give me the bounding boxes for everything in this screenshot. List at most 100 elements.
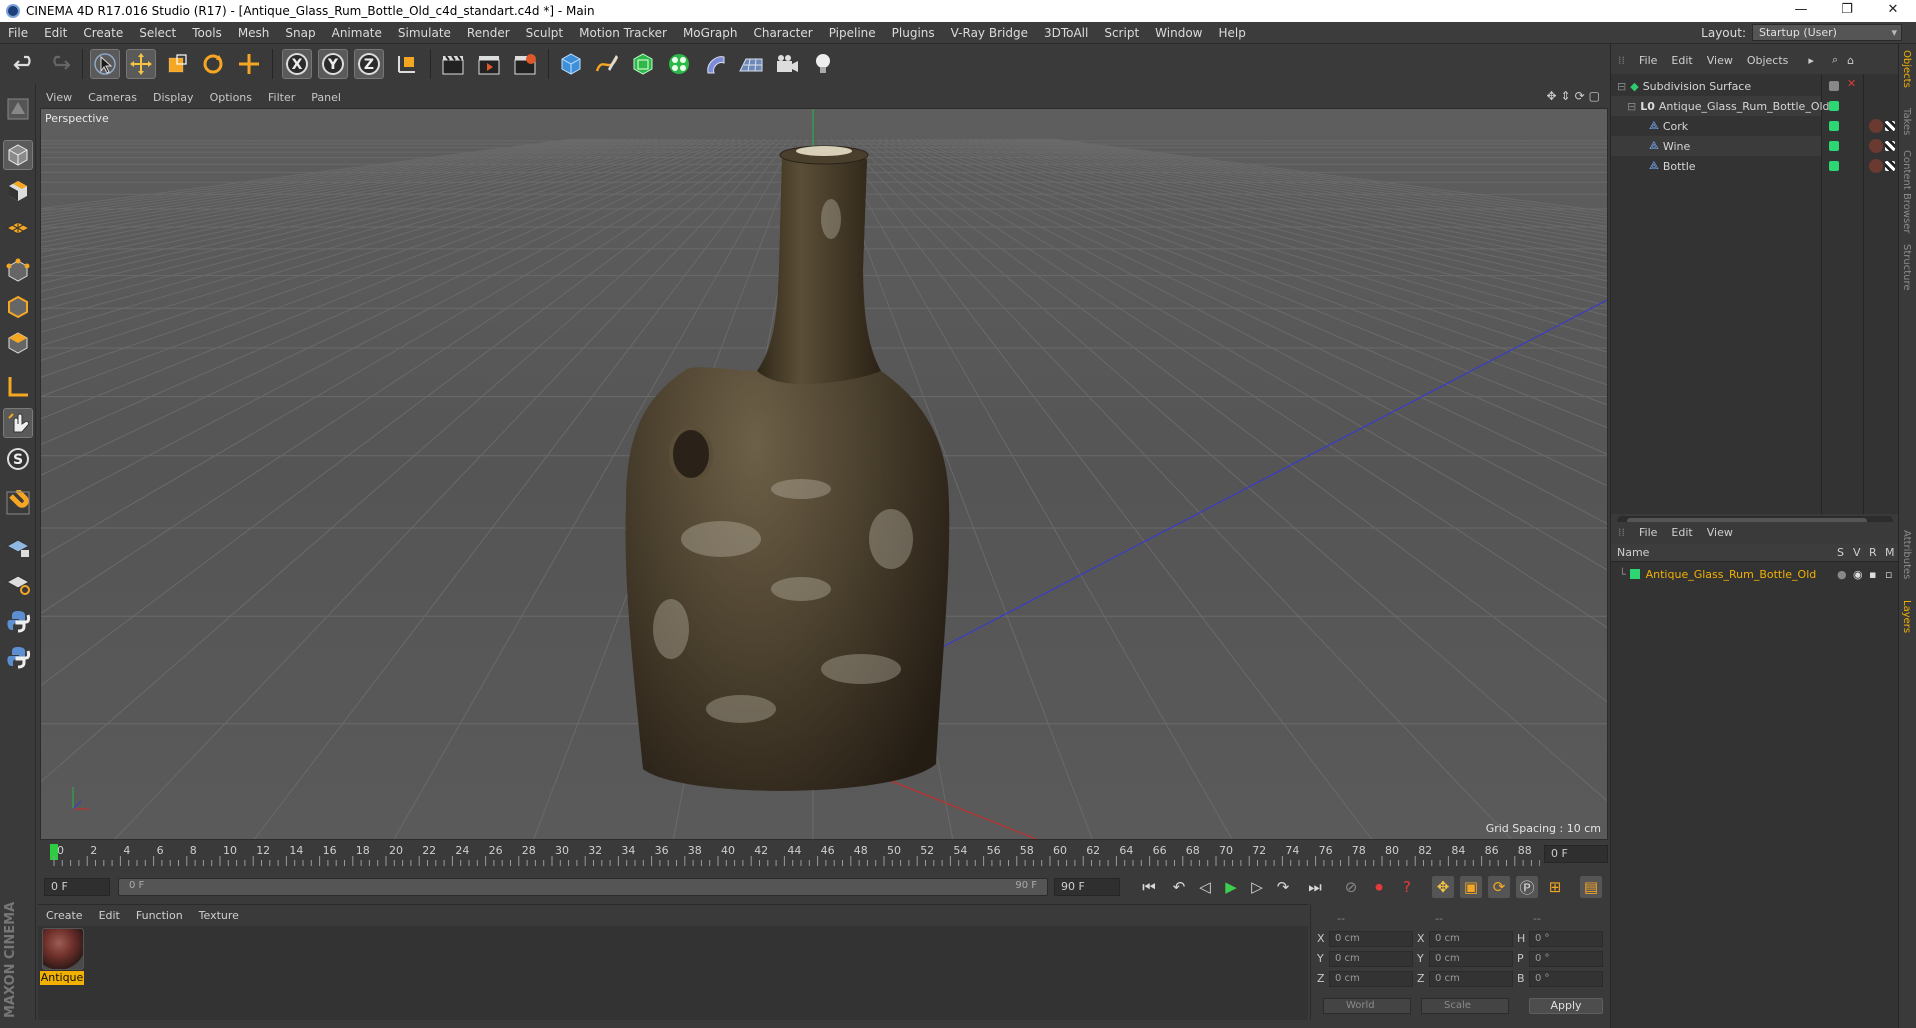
live-selection-button[interactable] xyxy=(90,49,120,79)
autokey-button[interactable]: ⏺ xyxy=(1368,876,1390,898)
menu-select[interactable]: Select xyxy=(131,26,184,40)
workplane-mode-button[interactable] xyxy=(3,212,33,242)
menu-animate[interactable]: Animate xyxy=(324,26,390,40)
polygons-mode-button[interactable] xyxy=(3,328,33,358)
tab-takes[interactable]: Takes xyxy=(1901,108,1912,135)
size-x-field[interactable]: 0 cm xyxy=(1429,931,1513,947)
key-parameter-button[interactable]: Ⓟ xyxy=(1516,876,1538,898)
current-frame-field[interactable]: 0 F xyxy=(1544,845,1608,863)
undo-button[interactable] xyxy=(10,49,40,79)
scale-tool-button[interactable] xyxy=(162,49,192,79)
key-position-button[interactable]: ✥ xyxy=(1432,876,1454,898)
play-button[interactable]: ▶ xyxy=(1220,876,1242,898)
viewport-menu-view[interactable]: View xyxy=(38,91,80,104)
coordinate-system-button[interactable] xyxy=(392,49,422,79)
perspective-viewport[interactable]: Perspective Grid Spacing : 10 cm xyxy=(40,108,1608,840)
texture-mode-button[interactable] xyxy=(3,176,33,206)
menu-edit[interactable]: Edit xyxy=(36,26,75,40)
menu-3dtoall[interactable]: 3DToAll xyxy=(1036,26,1096,40)
timeline-ruler[interactable]: 0 2 4 6 8 10 12 14 16 18 20 22 24 26 28 30 32 34 36 38 40 42 4… xyxy=(40,842,1608,870)
menu-simulate[interactable]: Simulate xyxy=(390,26,459,40)
home-icon[interactable]: ⌂ xyxy=(1845,54,1856,67)
material-tag-icon[interactable] xyxy=(1869,119,1883,133)
disabled-x-icon[interactable]: ✕ xyxy=(1847,77,1856,90)
menu-snap[interactable]: Snap xyxy=(277,26,323,40)
render-settings-button[interactable] xyxy=(510,49,540,79)
python-script-button-2[interactable] xyxy=(3,642,33,672)
maximize-view-icon[interactable]: ▢ xyxy=(1589,89,1600,103)
menu-plugins[interactable]: Plugins xyxy=(884,26,943,40)
menu-sculpt[interactable]: Sculpt xyxy=(518,26,571,40)
planar-workplane-button[interactable] xyxy=(3,568,33,598)
objects-menu-file[interactable]: File xyxy=(1632,54,1664,67)
enable-snap-button[interactable] xyxy=(3,488,33,518)
next-frame-button[interactable]: ▷ xyxy=(1246,876,1268,898)
objects-menu-edit[interactable]: Edit xyxy=(1664,54,1699,67)
add-light-button[interactable] xyxy=(808,49,838,79)
object-row-subdivision-surface[interactable]: ⊟ ◆ Subdivision Surface xyxy=(1611,76,1821,96)
layer-row[interactable]: └ Antique_Glass_Rum_Bottle_Old ● ◉ ▪ ▫ xyxy=(1611,564,1899,584)
go-to-start-button[interactable]: ⏮ xyxy=(1138,876,1160,898)
add-cube-button[interactable] xyxy=(556,49,586,79)
tab-content-browser[interactable]: Content Browser xyxy=(1901,150,1912,233)
layout-dropdown[interactable]: Startup (User) xyxy=(1752,24,1902,41)
tab-attributes[interactable]: Attributes xyxy=(1901,530,1912,579)
texture-tag-icon[interactable] xyxy=(1885,141,1895,151)
tab-structure[interactable]: Structure xyxy=(1901,244,1912,291)
previous-keyframe-button[interactable]: ↶ xyxy=(1168,876,1190,898)
keyframe-selection-button[interactable]: ? xyxy=(1396,876,1418,898)
material-menu-edit[interactable]: Edit xyxy=(91,909,128,922)
menu-tools[interactable]: Tools xyxy=(184,26,230,40)
object-row-cork[interactable]: ⟁ Cork xyxy=(1611,116,1821,136)
menu-mograph[interactable]: MoGraph xyxy=(675,26,746,40)
rotation-b-field[interactable]: 0 ° xyxy=(1529,971,1603,987)
object-row-bottle[interactable]: ⟁ Bottle xyxy=(1611,156,1821,176)
layers-menu-file[interactable]: File xyxy=(1632,526,1664,539)
transform-tool-button[interactable] xyxy=(234,49,264,79)
position-x-field[interactable]: 0 cm xyxy=(1329,931,1413,947)
search-icon[interactable]: ⌕ xyxy=(1825,53,1845,67)
add-deformer-button[interactable] xyxy=(700,49,730,79)
zoom-view-icon[interactable]: ⇕ xyxy=(1561,89,1571,103)
position-z-field[interactable]: 0 cm xyxy=(1329,971,1413,987)
viewport-menu-options[interactable]: Options xyxy=(202,91,260,104)
size-mode-dropdown[interactable]: Scale xyxy=(1421,998,1509,1014)
snap-button[interactable]: S xyxy=(3,444,33,474)
close-button[interactable]: ✕ xyxy=(1870,0,1916,22)
menu-create[interactable]: Create xyxy=(75,26,131,40)
edges-mode-button[interactable] xyxy=(3,292,33,322)
end-frame-field[interactable]: 90 F xyxy=(1054,878,1120,896)
add-scene-button[interactable] xyxy=(736,49,766,79)
menu-mesh[interactable]: Mesh xyxy=(230,26,278,40)
objects-menu-view[interactable]: View xyxy=(1700,54,1740,67)
tab-layers[interactable]: Layers xyxy=(1901,600,1912,633)
menu-vray-bridge[interactable]: V-Ray Bridge xyxy=(943,26,1036,40)
edit-flag-icon[interactable] xyxy=(1829,81,1839,91)
menu-help[interactable]: Help xyxy=(1210,26,1253,40)
menu-window[interactable]: Window xyxy=(1147,26,1210,40)
render-to-picture-viewer-button[interactable] xyxy=(474,49,504,79)
viewport-menu-display[interactable]: Display xyxy=(145,91,202,104)
menu-character[interactable]: Character xyxy=(745,26,820,40)
move-view-icon[interactable]: ✥ xyxy=(1546,89,1556,103)
size-z-field[interactable]: 0 cm xyxy=(1429,971,1513,987)
rotation-h-field[interactable]: 0 ° xyxy=(1529,931,1603,947)
texture-tag-icon[interactable] xyxy=(1885,121,1895,131)
visible-eye-icon[interactable]: ◉ xyxy=(1853,568,1863,581)
size-y-field[interactable]: 0 cm xyxy=(1429,951,1513,967)
menu-file[interactable]: File xyxy=(0,26,36,40)
restore-button[interactable]: ❐ xyxy=(1824,0,1870,22)
minimize-button[interactable]: — xyxy=(1778,0,1824,22)
material-menu-create[interactable]: Create xyxy=(38,909,91,922)
layers-menu-view[interactable]: View xyxy=(1700,526,1740,539)
layers-menu-edit[interactable]: Edit xyxy=(1664,526,1699,539)
material-menu-function[interactable]: Function xyxy=(128,909,191,922)
key-pla-button[interactable]: ⊞ xyxy=(1544,876,1566,898)
menu-render[interactable]: Render xyxy=(459,26,518,40)
tweak-mode-button[interactable] xyxy=(3,408,33,438)
record-keys-button[interactable]: ⊘ xyxy=(1340,876,1362,898)
layer-color-tag[interactable] xyxy=(1829,101,1839,111)
points-mode-button[interactable] xyxy=(3,256,33,286)
model-mode-button[interactable] xyxy=(3,140,33,170)
start-frame-field[interactable]: 0 F xyxy=(44,878,110,896)
